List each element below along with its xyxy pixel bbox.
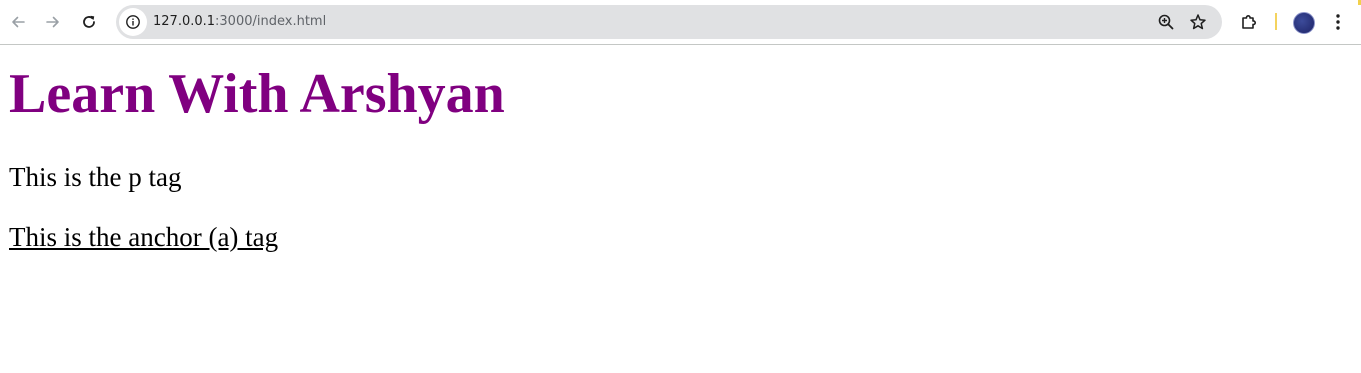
address-bar[interactable]: 127.0.0.1:3000/index.html bbox=[116, 5, 1222, 39]
info-icon bbox=[126, 15, 140, 29]
reload-button[interactable] bbox=[73, 6, 105, 38]
url-host: 127.0.0.1 bbox=[153, 14, 216, 29]
back-button[interactable] bbox=[2, 6, 34, 38]
toolbar-divider bbox=[1275, 13, 1277, 30]
url-text[interactable]: 127.0.0.1:3000/index.html bbox=[153, 5, 326, 39]
arrow-right-icon bbox=[46, 16, 59, 28]
menu-button[interactable] bbox=[1328, 9, 1348, 35]
puzzle-icon bbox=[1242, 15, 1256, 29]
zoom-in-icon bbox=[1158, 14, 1174, 30]
browser-toolbar: 127.0.0.1:3000/index.html bbox=[0, 0, 1361, 45]
reload-icon bbox=[83, 15, 95, 28]
extensions-button[interactable] bbox=[1236, 9, 1262, 35]
anchor-link[interactable]: This is the anchor (a) tag bbox=[9, 219, 278, 255]
paragraph-text: This is the p tag bbox=[9, 162, 182, 192]
forward-button[interactable] bbox=[37, 6, 69, 38]
avatar[interactable] bbox=[1293, 12, 1315, 34]
site-info-button[interactable] bbox=[119, 8, 147, 36]
zoom-button[interactable] bbox=[1155, 11, 1177, 33]
page-heading: Learn With Arshyan bbox=[9, 63, 505, 125]
bookmark-button[interactable] bbox=[1187, 11, 1209, 33]
kebab-menu-icon bbox=[1336, 14, 1340, 30]
url-path: :3000/index.html bbox=[215, 14, 327, 29]
arrow-left-icon bbox=[12, 16, 25, 28]
page-content: Learn With Arshyan This is the p tag Thi… bbox=[0, 45, 1361, 373]
star-icon bbox=[1190, 14, 1206, 30]
